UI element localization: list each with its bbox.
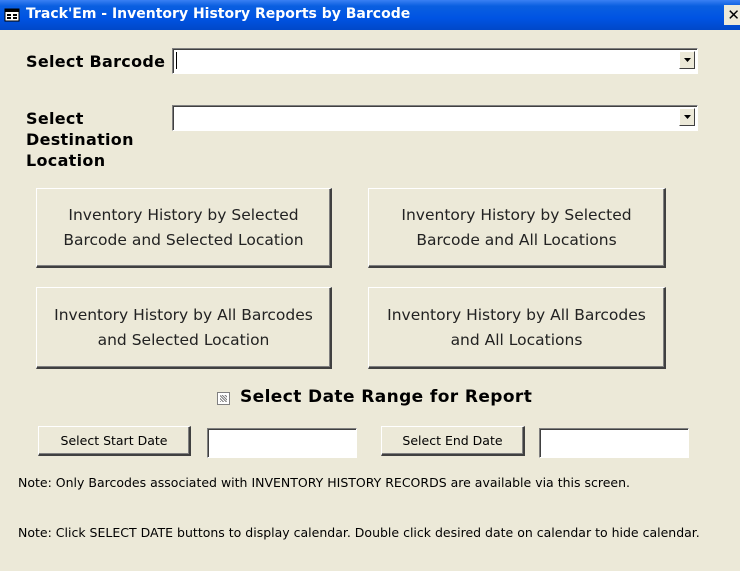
select-end-date-button[interactable]: Select End Date [381,426,525,456]
title-bar: Track'Em - Inventory History Reports by … [0,0,740,30]
report-all-barcodes-selected-location-button[interactable]: Inventory History by All Barcodes and Se… [36,287,332,369]
window-title: Track'Em - Inventory History Reports by … [26,6,411,22]
chevron-down-icon [684,58,691,62]
barcode-label: Select Barcode [26,52,166,71]
start-date-field[interactable] [207,428,357,458]
note-calendar: Note: Click SELECT DATE buttons to displ… [18,525,700,540]
close-icon[interactable]: ✕ [724,5,740,25]
checkbox-indeterminate-mark [220,395,227,402]
location-dropdown-button[interactable] [679,108,695,126]
date-range-label: Select Date Range for Report [240,387,533,407]
report-selected-barcode-selected-location-button[interactable]: Inventory History by Selected Barcode an… [36,188,332,268]
note-barcodes: Note: Only Barcodes associated with INVE… [18,475,630,490]
end-date-field[interactable] [539,428,689,458]
barcode-dropdown-button[interactable] [679,51,695,69]
report-all-barcodes-all-locations-button[interactable]: Inventory History by All Barcodes and Al… [368,287,666,369]
report-selected-barcode-all-locations-button[interactable]: Inventory History by Selected Barcode an… [368,188,666,268]
select-start-date-button[interactable]: Select Start Date [38,426,191,456]
location-combo[interactable] [172,105,698,131]
text-caret [176,52,177,69]
barcode-combo[interactable] [172,48,698,74]
chevron-down-icon [684,115,691,119]
access-form-icon [4,8,20,22]
location-label: Select Destination Location [26,109,134,170]
date-range-checkbox[interactable] [217,392,230,405]
